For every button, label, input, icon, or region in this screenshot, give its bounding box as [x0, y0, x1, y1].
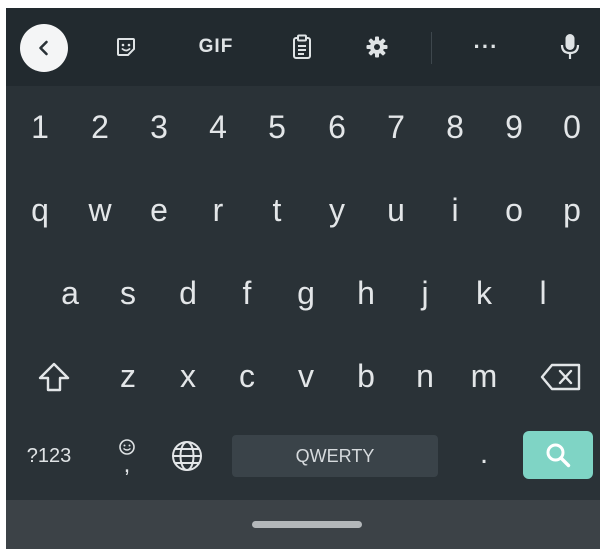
search-icon: [546, 443, 571, 468]
settings-button[interactable]: [355, 8, 399, 86]
key-i[interactable]: i: [432, 169, 478, 252]
gear-icon: [366, 36, 388, 58]
key-v[interactable]: v: [283, 335, 329, 418]
key-o[interactable]: o: [491, 169, 537, 252]
key-r[interactable]: r: [195, 169, 241, 252]
chevron-left-icon: [39, 40, 48, 56]
key-1[interactable]: 1: [17, 86, 63, 169]
clipboard-icon: [293, 34, 311, 59]
key-9[interactable]: 9: [491, 86, 537, 169]
key-u[interactable]: u: [373, 169, 419, 252]
globe-icon: [172, 441, 202, 471]
home-gesture-handle[interactable]: [252, 521, 362, 528]
keys-area: 1 2 3 4 5 6 7 8 9 0 q w e r t y u i o p …: [6, 86, 600, 500]
key-j[interactable]: j: [402, 252, 448, 335]
navigation-bar: [6, 500, 600, 549]
key-5[interactable]: 5: [254, 86, 300, 169]
key-q[interactable]: q: [17, 169, 63, 252]
key-k[interactable]: k: [461, 252, 507, 335]
comma-emoji-key[interactable]: ,: [106, 416, 148, 496]
key-s[interactable]: s: [105, 252, 151, 335]
key-c[interactable]: c: [224, 335, 270, 418]
backspace-key[interactable]: [532, 335, 590, 418]
gif-button[interactable]: GIF: [186, 8, 246, 86]
key-l[interactable]: l: [520, 252, 566, 335]
key-d[interactable]: d: [165, 252, 211, 335]
shift-key[interactable]: [28, 335, 80, 418]
key-w[interactable]: w: [77, 169, 123, 252]
key-4[interactable]: 4: [195, 86, 241, 169]
voice-input-button[interactable]: [548, 8, 592, 86]
suggestion-toolbar: GIF ···: [6, 8, 600, 86]
key-p[interactable]: p: [549, 169, 595, 252]
microphone-icon: [560, 34, 580, 59]
key-g[interactable]: g: [283, 252, 329, 335]
key-y[interactable]: y: [314, 169, 360, 252]
key-6[interactable]: 6: [314, 86, 360, 169]
back-button[interactable]: [20, 24, 68, 72]
key-t[interactable]: t: [254, 169, 300, 252]
bottom-letter-row: z x c v b n m: [6, 335, 600, 418]
comma-label: ,: [123, 451, 131, 478]
key-x[interactable]: x: [165, 335, 211, 418]
key-7[interactable]: 7: [373, 86, 419, 169]
more-button[interactable]: ···: [463, 8, 509, 86]
key-h[interactable]: h: [343, 252, 389, 335]
language-key[interactable]: [164, 416, 210, 496]
key-0[interactable]: 0: [549, 86, 595, 169]
sticker-icon: [117, 38, 135, 56]
middle-letter-row: a s d f g h j k l: [6, 252, 600, 335]
symbols-key[interactable]: ?123: [19, 416, 79, 496]
key-e[interactable]: e: [136, 169, 182, 252]
key-n[interactable]: n: [402, 335, 448, 418]
key-z[interactable]: z: [105, 335, 151, 418]
key-m[interactable]: m: [461, 335, 507, 418]
search-enter-key[interactable]: [523, 431, 593, 479]
key-b[interactable]: b: [343, 335, 389, 418]
key-8[interactable]: 8: [432, 86, 478, 169]
key-a[interactable]: a: [47, 252, 93, 335]
keyboard: GIF ··· 1 2 3 4 5 6 7 8 9 0 q w e r t y …: [6, 8, 600, 549]
number-row: 1 2 3 4 5 6 7 8 9 0: [6, 86, 600, 169]
clipboard-button[interactable]: [280, 8, 324, 86]
top-letter-row: q w e r t y u i o p: [6, 169, 600, 252]
shift-icon: [38, 362, 70, 391]
key-f[interactable]: f: [224, 252, 270, 335]
backspace-icon: [540, 363, 581, 390]
toolbar-divider: [431, 32, 432, 64]
space-bar[interactable]: QWERTY: [232, 435, 438, 477]
sticker-button[interactable]: [104, 8, 148, 86]
period-key[interactable]: .: [466, 426, 502, 482]
key-3[interactable]: 3: [136, 86, 182, 169]
key-2[interactable]: 2: [77, 86, 123, 169]
